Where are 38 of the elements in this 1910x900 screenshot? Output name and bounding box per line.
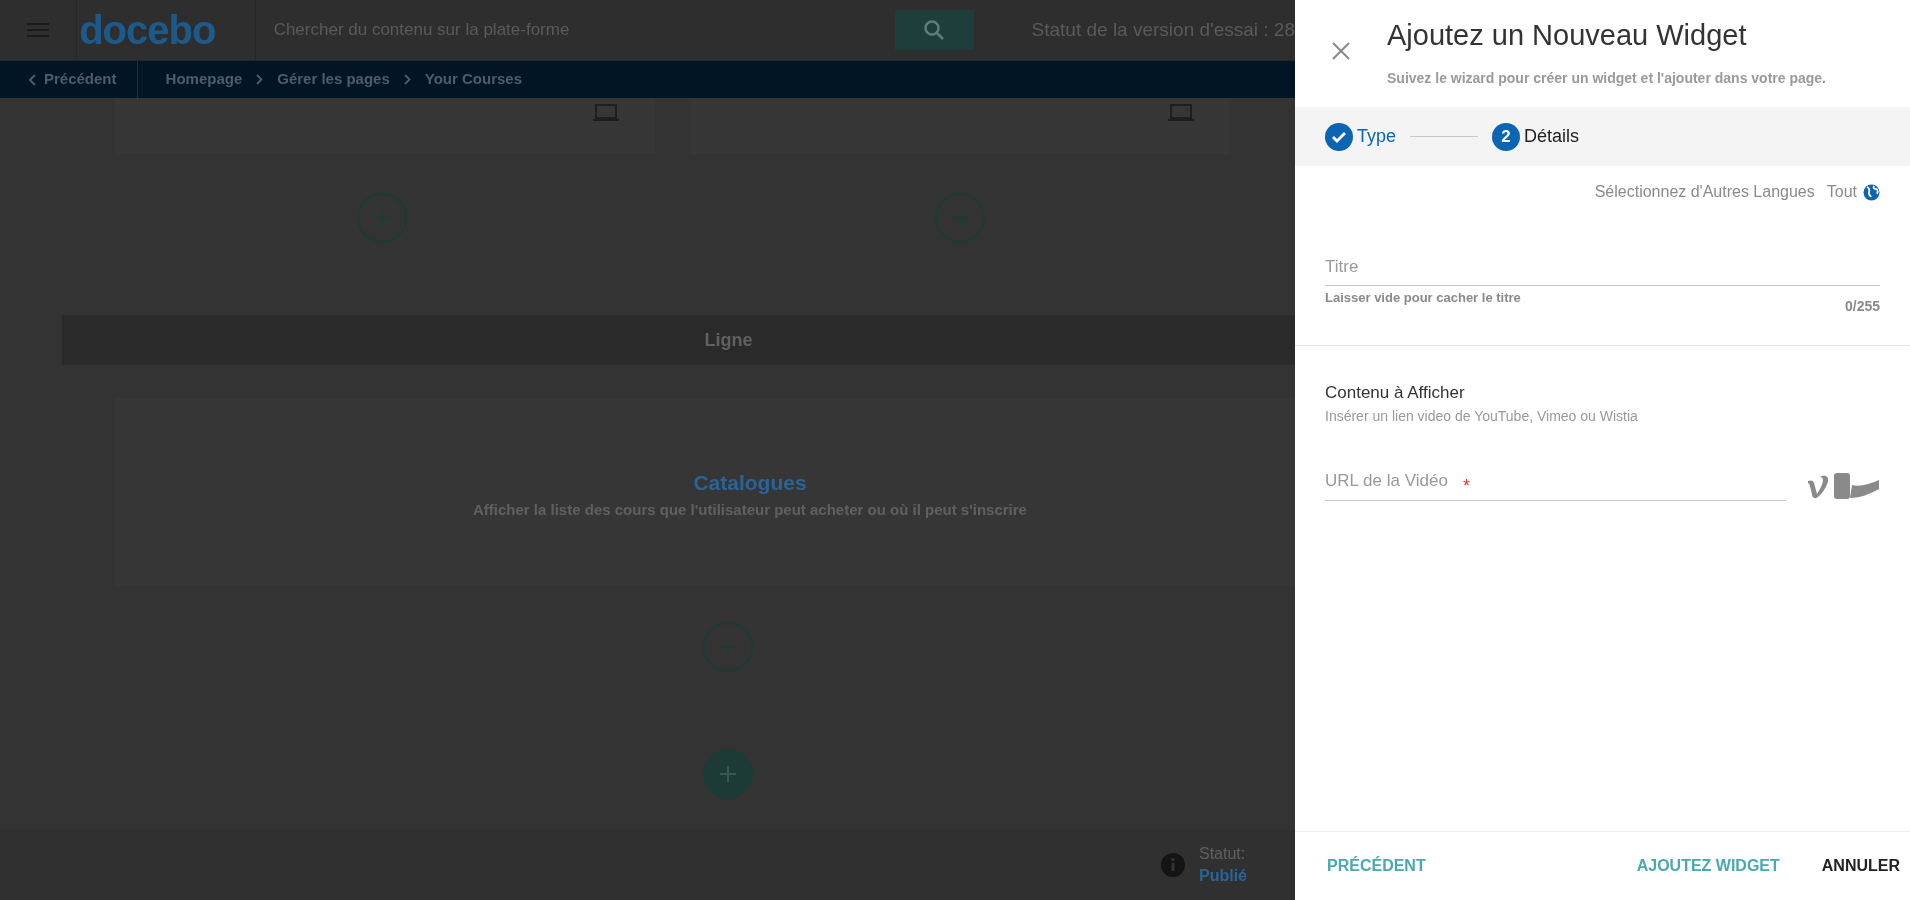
close-icon xyxy=(1332,42,1350,60)
logo[interactable]: docebo xyxy=(79,0,216,60)
field-hint: Laisser vide pour cacher le titre xyxy=(1325,289,1521,307)
add-widget-button[interactable] xyxy=(357,193,407,243)
add-widget-button[interactable] xyxy=(702,622,753,672)
add-row-button[interactable] xyxy=(702,749,753,799)
wizard-step[interactable]: Type xyxy=(1325,122,1397,151)
breadcrumb-link[interactable]: Homepage xyxy=(165,68,243,91)
laptop-icon xyxy=(1168,104,1194,122)
title-field[interactable]: Titre xyxy=(1325,250,1880,286)
panel-title: Ajoutez un Nouveau Widget xyxy=(1387,18,1748,53)
languages-label: Sélectionnez d'Autres Langues xyxy=(1594,182,1815,202)
check-icon xyxy=(1331,130,1347,143)
chevron-icon xyxy=(403,74,411,85)
search-button[interactable] xyxy=(894,10,974,50)
search-icon xyxy=(923,19,945,41)
video-services-icon xyxy=(1806,470,1880,501)
add-widget-button[interactable] xyxy=(935,193,985,243)
info-icon xyxy=(1161,853,1185,877)
footer-button[interactable]: PRÉCÉDENT xyxy=(1325,848,1428,884)
breadcrumb-link[interactable]: Gérer les pages xyxy=(277,68,390,91)
section-hint: Insérer un lien video de YouTube, Vimeo ou Wistia xyxy=(1325,406,1639,426)
status-value: Publié xyxy=(1199,866,1247,886)
footer-button[interactable]: AJOUTEZ WIDGET xyxy=(1634,848,1782,884)
laptop-icon xyxy=(593,104,619,122)
character-counter: 0/255 xyxy=(1844,297,1880,316)
languages-selector[interactable]: Tout xyxy=(1826,180,1880,204)
breadcrumb-link[interactable]: Your Courses xyxy=(424,68,523,91)
globe-icon xyxy=(1863,183,1880,201)
required-mark: * xyxy=(1463,474,1470,498)
wizard-step[interactable]: 2 Détails xyxy=(1492,122,1580,151)
chevron-left-icon xyxy=(28,73,36,86)
section-heading: Contenu à Afficher xyxy=(1325,382,1466,404)
chevron-icon xyxy=(256,74,264,85)
footer-button[interactable]: ANNULER xyxy=(1819,848,1902,884)
plus-icon xyxy=(717,764,738,784)
widget-title: Catalogues xyxy=(693,470,807,496)
panel-subtitle: Suivez le wizard pour créer un widget et l'ajouter dans votre page. xyxy=(1387,69,1826,88)
